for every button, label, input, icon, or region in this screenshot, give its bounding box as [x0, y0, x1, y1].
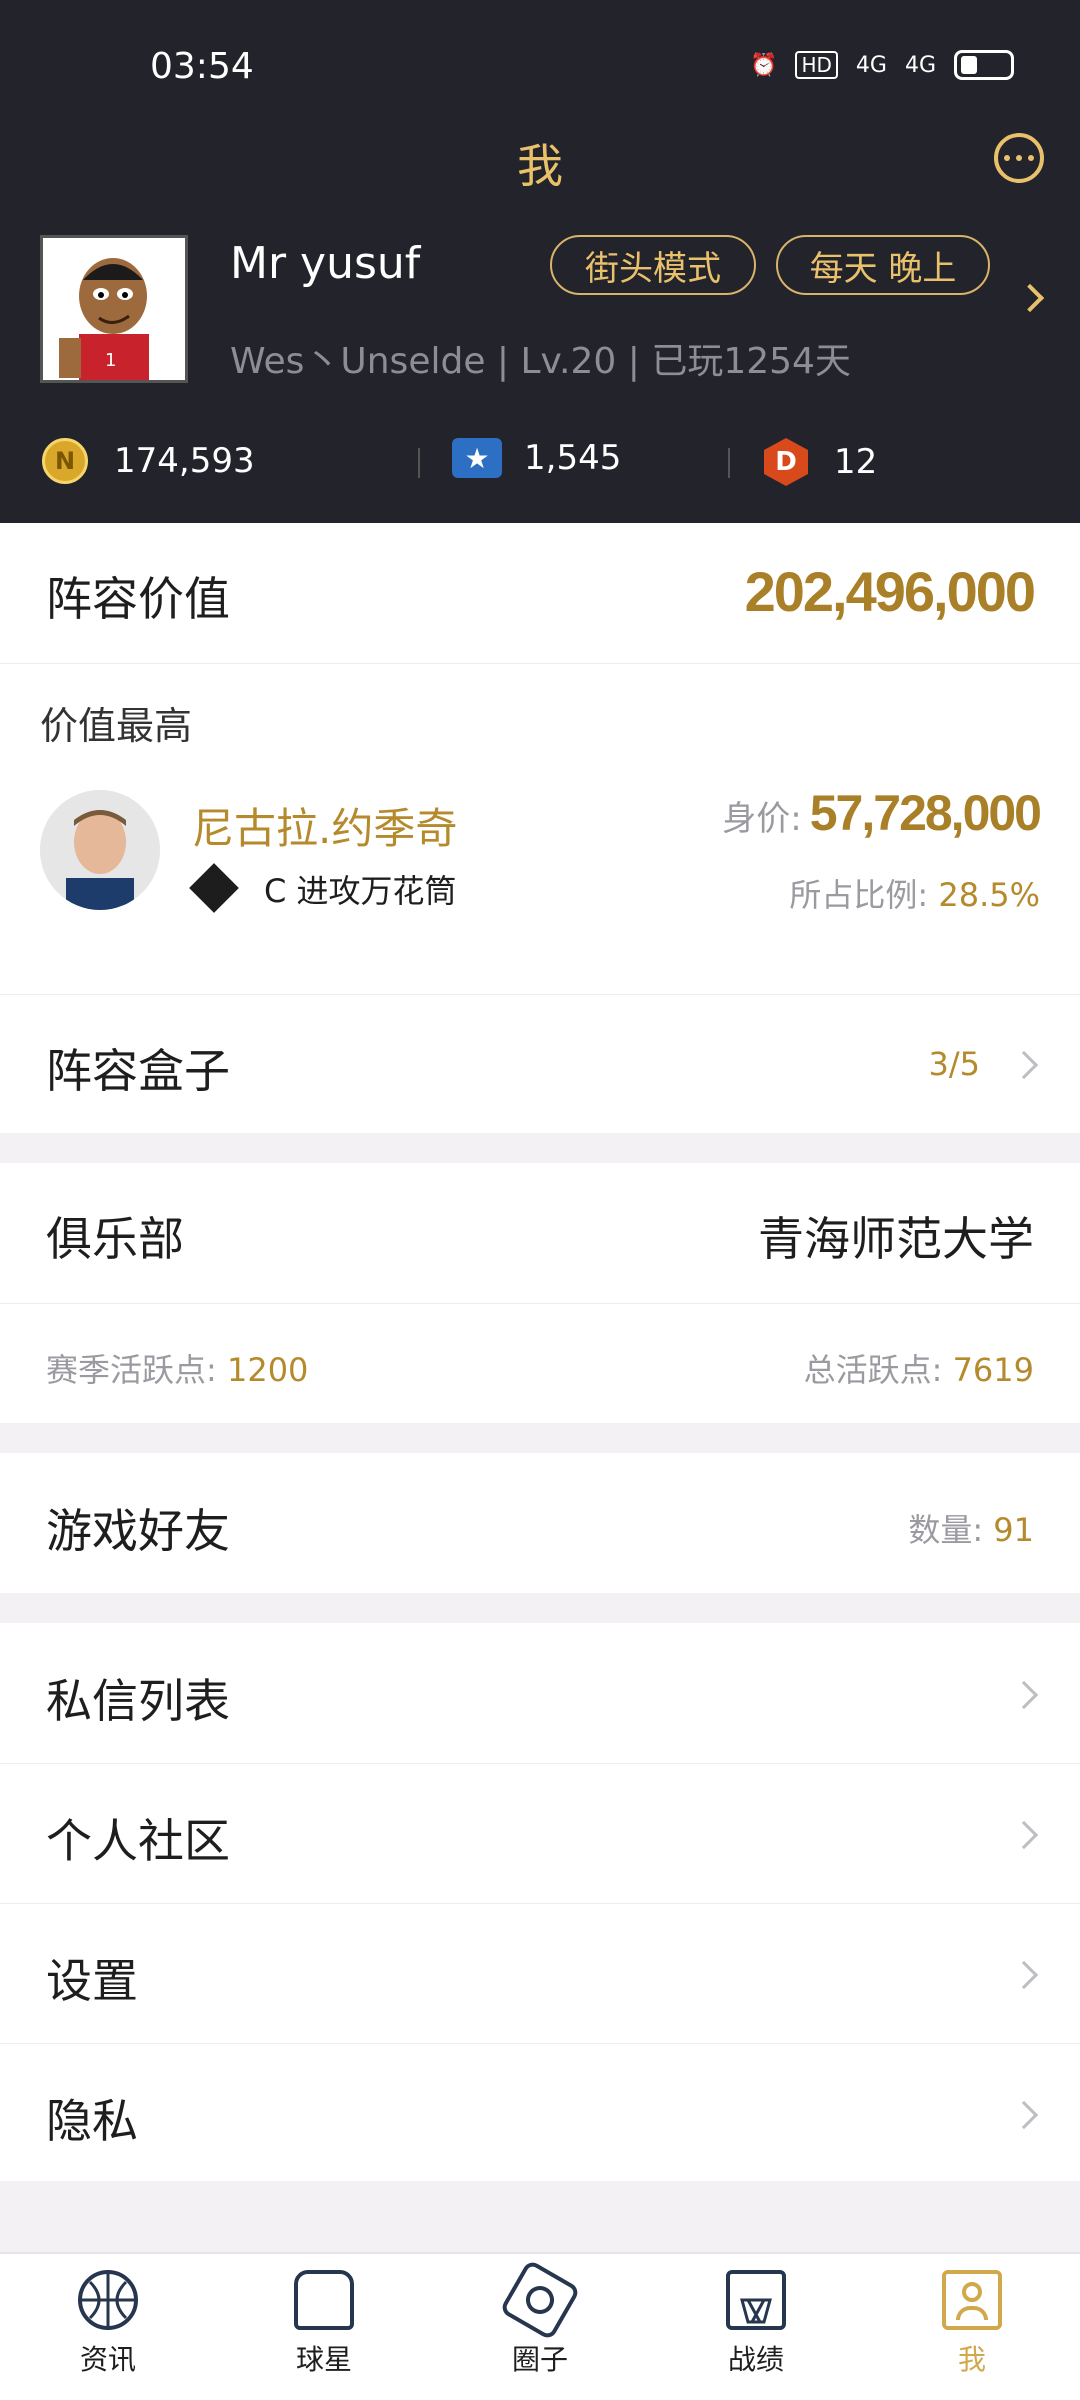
total-activity-label: 总活跃点: [803, 1351, 943, 1389]
chevron-right-icon [1009, 1820, 1039, 1850]
lineup-box-count: 3/5 [928, 1045, 981, 1083]
top-value-label: 价值最高 [40, 704, 193, 748]
basketball-icon [78, 2270, 138, 2330]
username: Mr yusuf [230, 238, 421, 289]
user-subinfo: Wes丶Unselde | Lv.20 | 已玩1254天 [230, 341, 851, 382]
player-avatar[interactable] [40, 790, 160, 910]
menu-item-messages[interactable]: 私信列表 [0, 1623, 1080, 1763]
currency-divider [728, 448, 730, 478]
tab-me[interactable]: 我 [902, 2270, 1042, 2378]
signal-icon-2: 4G [904, 52, 936, 78]
chat-bubble-icon[interactable] [994, 133, 1044, 183]
player-price: 身价: 57,728,000 [722, 784, 1042, 842]
star-badge-icon: ★ [452, 438, 502, 478]
tab-record[interactable]: 战绩 [686, 2270, 826, 2378]
friends-count-value: 91 [993, 1511, 1034, 1549]
chevron-right-icon[interactable] [1015, 283, 1045, 313]
lineup-box-row[interactable]: 阵容盒子 3/5 [0, 995, 1080, 1133]
currency-divider [418, 448, 420, 478]
chevron-right-icon [1009, 1960, 1039, 1990]
d-badge-icon: D [764, 438, 808, 486]
menu-item-label: 隐私 [46, 2094, 138, 2148]
season-activity-value: 1200 [226, 1351, 309, 1389]
club-label: 俱乐部 [46, 1212, 184, 1266]
tab-label: 圈子 [511, 2343, 568, 2376]
club-name: 青海师范大学 [758, 1212, 1034, 1266]
friends-card[interactable]: 游戏好友 数量: 91 [0, 1453, 1080, 1593]
alarm-icon: ⏰ [750, 52, 778, 78]
menu-item-label: 个人社区 [46, 1814, 230, 1868]
tag-street-mode[interactable]: 街头模式 [550, 235, 756, 295]
status-bar: 03:54 ⏰ HD 4G 4G [0, 36, 1080, 96]
tab-news[interactable]: 资讯 [38, 2270, 178, 2378]
profile-header: 03:54 ⏰ HD 4G 4G 我 1 Mr yusuf 街头模式 每天 晚上… [0, 0, 1080, 523]
svg-text:1: 1 [105, 350, 116, 371]
signal-icon-1: 4G [855, 52, 887, 78]
chevron-right-icon [1009, 1680, 1039, 1710]
club-card[interactable]: 俱乐部 青海师范大学 赛季活跃点: 1200 总活跃点: 7619 [0, 1163, 1080, 1423]
currency-value: 1,545 [524, 438, 622, 478]
lineup-value: 202,496,000 [744, 560, 1036, 623]
tab-circle[interactable]: 圈子 [470, 2259, 610, 2378]
tab-label: 球星 [295, 2343, 352, 2376]
hoop-icon [726, 2270, 786, 2330]
hd-icon: HD [795, 51, 838, 79]
tab-label: 资讯 [79, 2343, 136, 2376]
profile-card-icon [942, 2270, 1002, 2330]
friends-count-label: 数量: [908, 1511, 984, 1549]
divider [0, 663, 1080, 664]
menu-item-privacy[interactable]: 隐私 [0, 2043, 1080, 2181]
season-activity-label: 赛季活跃点: [46, 1351, 217, 1389]
status-time: 03:54 [150, 46, 254, 87]
menu-item-community[interactable]: 个人社区 [0, 1763, 1080, 1903]
lineup-value-label: 阵容价值 [46, 572, 230, 626]
tab-label: 战绩 [727, 2343, 784, 2376]
currency-star: ★ 1,545 [452, 438, 621, 478]
divider [0, 1303, 1080, 1304]
player-position: C 进攻万花筒 [264, 872, 457, 910]
menu-list: 私信列表 个人社区 设置 隐私 [0, 1623, 1080, 2181]
friends-count: 数量: 91 [908, 1505, 1034, 1551]
lineup-box-label: 阵容盒子 [46, 1044, 230, 1098]
currency-value: 174,593 [114, 441, 255, 481]
battery-icon [954, 50, 1014, 80]
chevron-right-icon [1009, 2100, 1039, 2130]
n-coin-icon: N [42, 438, 88, 484]
total-activity: 总活跃点: 7619 [804, 1345, 1034, 1391]
total-activity-value: 7619 [952, 1351, 1034, 1389]
status-icons: ⏰ HD 4G 4G [750, 50, 1014, 80]
player-name[interactable]: 尼古拉.约季奇 [192, 795, 457, 856]
friends-label: 游戏好友 [46, 1504, 230, 1558]
menu-item-label: 设置 [46, 1954, 138, 2008]
bottom-tab-bar: 资讯 球星 圈子 战绩 我 [0, 2252, 1080, 2400]
page-title: 我 [517, 139, 563, 193]
tab-label: 我 [957, 2343, 986, 2376]
avatar[interactable]: 1 [40, 235, 188, 383]
tab-players[interactable]: 球星 [254, 2270, 394, 2378]
ratio-label: 所占比例: [789, 876, 929, 914]
tag-play-time[interactable]: 每天 晚上 [776, 235, 990, 295]
season-activity: 赛季活跃点: 1200 [46, 1345, 308, 1391]
chevron-right-icon [1009, 1050, 1039, 1080]
currency-d: D 12 [764, 438, 877, 486]
menu-item-label: 私信列表 [46, 1674, 230, 1728]
circle-icon [499, 2259, 581, 2341]
currency-value: 12 [834, 442, 878, 482]
currency-n-coin: N 174,593 [42, 438, 255, 484]
price-label: 身价: [722, 799, 802, 839]
price-value: 57,728,000 [809, 785, 1042, 841]
player-ratio: 所占比例: 28.5% [789, 870, 1040, 916]
ratio-value: 28.5% [938, 876, 1040, 914]
menu-item-settings[interactable]: 设置 [0, 1903, 1080, 2043]
player-icon [294, 2270, 354, 2330]
